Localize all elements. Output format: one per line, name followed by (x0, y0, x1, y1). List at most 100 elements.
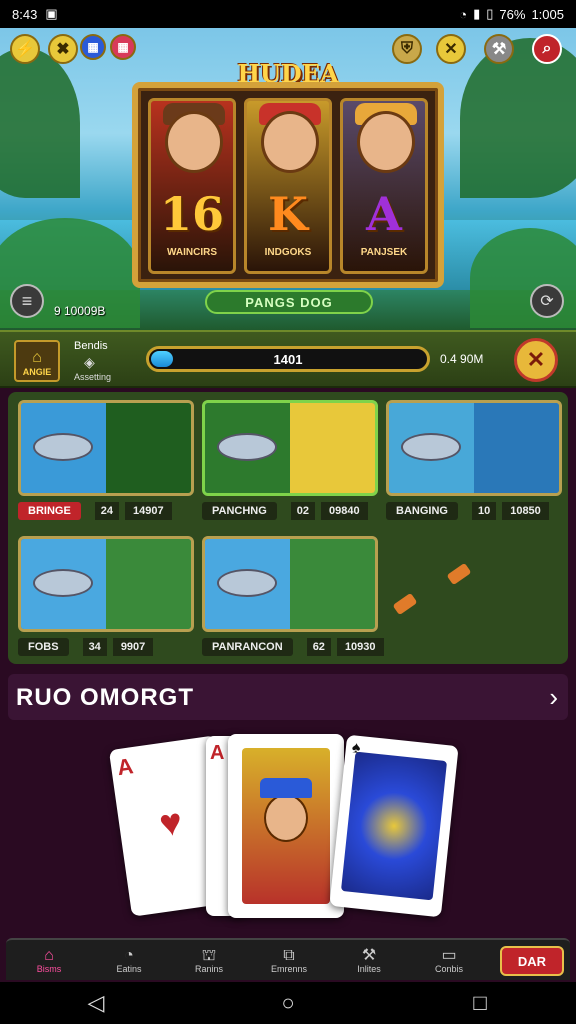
game-thumbnail-right (106, 403, 191, 493)
back-icon[interactable]: ◁ (76, 983, 116, 1023)
slot-reel-2: K INDGOKS (244, 98, 332, 274)
nav-label: Inlites (357, 964, 381, 974)
game-thumbnail-right (106, 539, 191, 629)
tool-icon[interactable]: ⚒ (484, 34, 514, 64)
cross-tools-icon[interactable]: ✖ (48, 34, 78, 64)
section-header[interactable]: RUO OMORGT › (8, 674, 568, 720)
game-card[interactable] (18, 536, 194, 632)
character-face-icon (261, 111, 319, 173)
search-icon[interactable]: ⌕ (532, 34, 562, 64)
hero-banner: ⚡ ✖ ▦ ▦ ⛨ ✕ ⚒ ⌕ HUDEA ACTIER 16 WAINCIRS… (0, 28, 576, 330)
recents-icon[interactable]: □ (460, 983, 500, 1023)
tools-icon: ⚒ (361, 947, 377, 964)
bag-icon: ◈ (84, 354, 95, 370)
game-count: 34 (82, 638, 107, 656)
grid-icon[interactable]: ▦ (80, 34, 106, 60)
game-count: 02 (290, 502, 316, 520)
nav-item[interactable]: ⧉ Emrenns (254, 942, 324, 980)
level-badge-label: ANGIE (22, 367, 52, 377)
game-card-label-row: BRINGE 24 14907 (18, 500, 194, 522)
menu-icon[interactable]: ≡ (10, 284, 44, 318)
level-badge[interactable]: ⌂ ANGIE (14, 340, 60, 382)
game-name: PANRANCON (202, 638, 293, 656)
reel-symbol: A (366, 187, 402, 241)
nav-label: Eatins (116, 964, 142, 974)
game-card-label-row: PANRANCON 62 10930 (202, 636, 384, 658)
home-icon: ⌂ (44, 947, 54, 964)
game-card[interactable] (386, 400, 562, 496)
reel-label: INDGOKS (264, 247, 312, 258)
chevron-right-icon[interactable]: › (549, 682, 558, 713)
spin-button[interactable]: PANGS DOG (205, 290, 373, 314)
spade-icon: ♠ (351, 739, 362, 758)
game-card[interactable] (18, 400, 194, 496)
decoration-icon (392, 592, 418, 616)
bottom-nav: DAR ⌂ Bisms ◔ Eatins ⛫ Ranins ⧉ Emrenns ⚒ Inlites… (6, 938, 570, 980)
nav-item[interactable]: ⚒ Inlites (334, 942, 404, 980)
reel-label: WAINCIRS (167, 247, 217, 258)
game-card[interactable] (202, 400, 378, 496)
game-name: BRINGE (18, 502, 81, 520)
card-rank-icon: A (115, 753, 135, 781)
nav-item[interactable]: ⌂ Bisms (14, 942, 84, 980)
heart-icon: ♥ (156, 801, 185, 846)
lightning-icon[interactable]: ⚡ (10, 34, 40, 64)
nav-label: Emrenns (270, 964, 307, 974)
game-count: 62 (306, 638, 331, 656)
fish-icon (217, 433, 277, 461)
playing-card-king[interactable] (228, 734, 344, 918)
shop-icon: ⛫ (201, 947, 217, 964)
progress-value: 1401 (273, 352, 303, 367)
king-face-icon (264, 794, 308, 842)
game-card-label-row: PANCHNG 02 09840 (202, 500, 378, 522)
house-icon: ⌂ (32, 349, 42, 366)
screenshot-icon: ▣ (45, 6, 58, 21)
fish-icon (33, 433, 93, 461)
game-thumbnail-right (290, 539, 375, 629)
puzzle-icon: ⧉ (283, 947, 295, 964)
home-circle-icon[interactable]: ○ (268, 983, 308, 1023)
game-score: 10930 (336, 638, 384, 656)
gift-icon[interactable]: ▦ (110, 34, 136, 60)
game-count: 24 (94, 502, 120, 520)
reel-label: PANJSEK (360, 247, 408, 258)
crossed-tools-button[interactable]: ✕ (514, 338, 558, 382)
crossed-swords-icon[interactable]: ✕ (436, 34, 466, 64)
game-thumbnail-right (290, 403, 375, 493)
reel-symbol: 16 (159, 187, 224, 241)
game-score: 9907 (112, 638, 154, 656)
nav-label: Conbis (434, 964, 463, 974)
progress-right-label: 0.4 90M (440, 352, 484, 366)
tablet-icon: ▭ (441, 947, 457, 964)
slot-machine[interactable]: 16 WAINCIRS K INDGOKS A PANJSEK (132, 82, 444, 288)
bush-right (470, 228, 576, 328)
character-face-icon (165, 111, 223, 173)
nav-item[interactable]: ◔ Eatins (94, 942, 164, 980)
progress-label-1: Bendis (74, 340, 108, 352)
game-name: PANCHNG (202, 502, 277, 520)
shield-icon[interactable]: ⛨ (392, 34, 422, 64)
refresh-icon[interactable]: ⟳ (530, 284, 564, 318)
game-name: BANGING (386, 502, 458, 520)
level-progress-strip: ⌂ ANGIE Bendis ◈ Assetting 1401 0.4 90M … (0, 330, 576, 388)
nav-label: Ranins (194, 964, 223, 974)
game-card-label-row: BANGING 10 10850 (386, 500, 562, 522)
slot-reel-1: 16 WAINCIRS (148, 98, 236, 274)
status-time: 8:43 (12, 6, 38, 22)
game-score: 10850 (502, 502, 549, 520)
card-pattern-icon (340, 751, 448, 901)
cta-button[interactable]: DAR (500, 946, 564, 976)
status-clock: 1:005 (531, 6, 564, 22)
reel-symbol: K (268, 187, 308, 241)
fish-icon (33, 569, 93, 597)
palm-tree-left (0, 48, 80, 198)
fish-icon (217, 569, 277, 597)
playing-card-king-spades[interactable]: ♠ (329, 734, 459, 918)
game-card[interactable] (202, 536, 378, 632)
nav-label: Bisms (36, 964, 62, 974)
character-face-icon (357, 111, 415, 173)
game-score: 14907 (125, 502, 172, 520)
nav-item[interactable]: ⛫ Ranins (174, 942, 244, 980)
game-score: 09840 (321, 502, 368, 520)
nav-item[interactable]: ▭ Conbis (414, 942, 484, 980)
